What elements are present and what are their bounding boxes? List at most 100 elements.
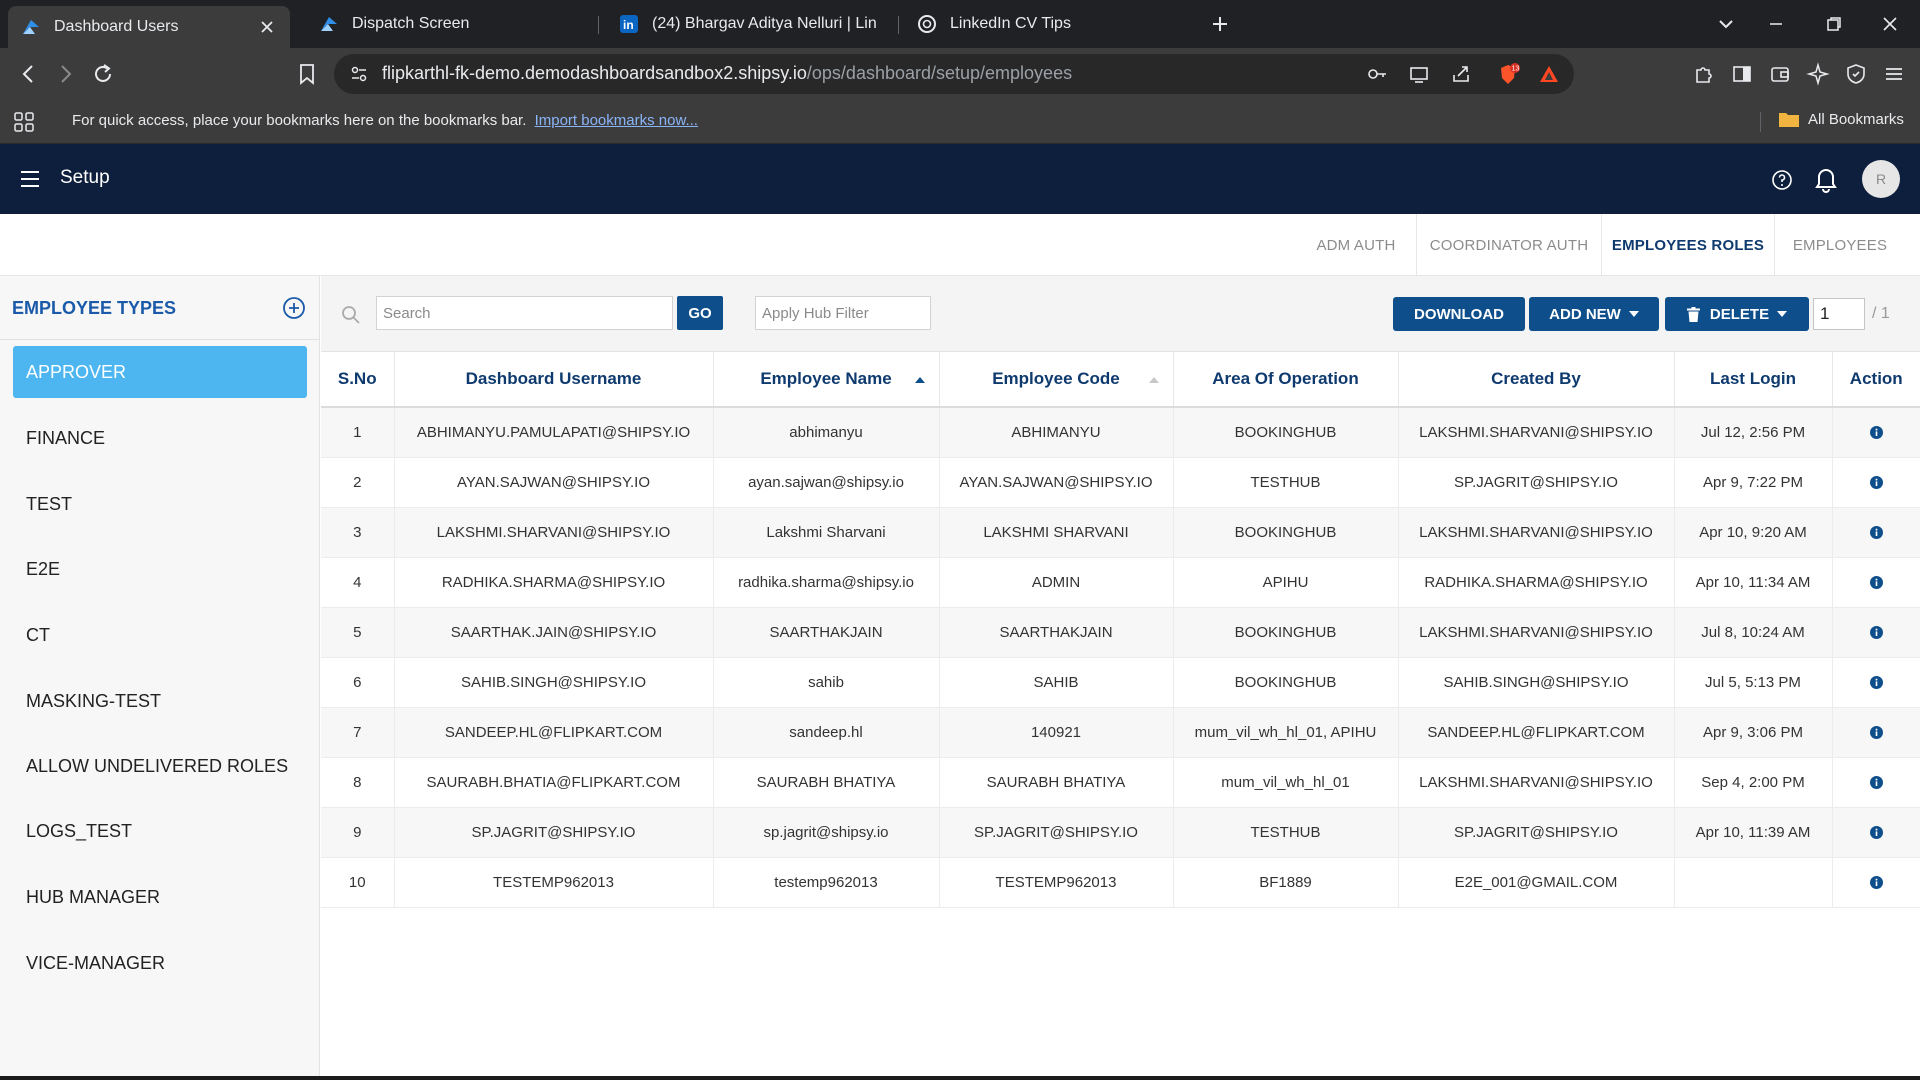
sidebar-toggle-icon[interactable] <box>1730 62 1754 86</box>
tab-adm-auth[interactable]: ADM AUTH <box>1296 214 1416 276</box>
download-button[interactable]: DOWNLOAD <box>1393 297 1525 331</box>
close-window-icon[interactable] <box>1878 12 1902 36</box>
table-row[interactable]: 2 AYAN.SAJWAN@SHIPSY.IO ayan.sajwan@shipsy… <box>321 457 1920 508</box>
table-row[interactable]: 1 ABHIMANYU.PAMULAPATI@SHIPSY.IO abhimanyu… <box>321 407 1920 458</box>
cell-action <box>1832 707 1920 758</box>
address-bar[interactable]: flipkarthl-fk-demo.demodashboardsandbox2… <box>334 54 1574 94</box>
column-header-last-login[interactable]: Last Login <box>1674 352 1833 408</box>
extensions-icon[interactable] <box>1692 62 1716 86</box>
browser-tab-linkedin[interactable]: in (24) Bhargav Aditya Nelluri | LinkedI <box>606 6 888 42</box>
site-info-icon[interactable] <box>348 63 370 85</box>
cell-employee-code: SAARTHAKJAIN <box>939 607 1174 658</box>
sidebar-item-finance[interactable]: FINANCE <box>13 412 307 464</box>
all-bookmarks-button[interactable]: All Bookmarks <box>1778 110 1904 128</box>
bookmark-icon[interactable] <box>294 61 320 87</box>
info-icon[interactable] <box>1869 676 1883 690</box>
table-row[interactable]: 5 SAARTHAK.JAIN@SHIPSY.IO SAARTHAKJAIN SAAR… <box>321 607 1920 658</box>
sidebar-item-vice-manager[interactable]: VICE-MANAGER <box>13 937 307 989</box>
sidebar-item-allow-undelivered-roles[interactable]: ALLOW UNDELIVERED ROLES <box>13 740 307 792</box>
column-header-area-of-operation[interactable]: Area Of Operation <box>1173 352 1399 408</box>
share-icon[interactable] <box>1450 63 1472 85</box>
brave-shields-icon[interactable]: 13 <box>1496 63 1520 85</box>
cell-dashboard-username: SANDEEP.HL@FLIPKART.COM <box>394 707 714 758</box>
leo-ai-icon[interactable] <box>1806 62 1830 86</box>
vpn-shield-icon[interactable] <box>1844 62 1868 86</box>
restore-icon[interactable] <box>1822 12 1846 36</box>
cell-area-of-operation: mum_vil_wh_hl_01 <box>1173 757 1399 808</box>
sidebar-item-test[interactable]: TEST <box>13 478 307 530</box>
info-icon[interactable] <box>1869 826 1883 840</box>
new-tab-icon[interactable] <box>1208 12 1232 36</box>
table-row[interactable]: 8 SAURABH.BHATIA@FLIPKART.COM SAURABH BHAT… <box>321 757 1920 808</box>
table-row[interactable]: 9 SP.JAGRIT@SHIPSY.IO sp.jagrit@shipsy.io S… <box>321 807 1920 858</box>
cast-icon[interactable] <box>1408 63 1430 85</box>
info-icon[interactable] <box>1869 876 1883 890</box>
cell-action <box>1832 557 1920 608</box>
info-icon[interactable] <box>1869 526 1883 540</box>
sidebar-item-hub-manager[interactable]: HUB MANAGER <box>13 871 307 923</box>
sort-icon[interactable] <box>1148 377 1159 383</box>
tab-employees-roles[interactable]: EMPLOYEES ROLES <box>1602 214 1774 276</box>
info-icon[interactable] <box>1869 776 1883 790</box>
column-header-employee-code[interactable]: Employee Code <box>939 352 1174 408</box>
menu-icon[interactable] <box>1882 62 1906 86</box>
column-header-employee-name[interactable]: Employee Name <box>713 352 940 408</box>
sidebar-item-e2e[interactable]: E2E <box>13 543 307 595</box>
tab-employees[interactable]: EMPLOYEES <box>1775 214 1905 276</box>
brave-rewards-icon[interactable] <box>1538 63 1560 85</box>
table-row[interactable]: 6 SAHIB.SINGH@SHIPSY.IO sahib SAHIB BOOKINGH… <box>321 657 1920 708</box>
tab-coordinator-auth[interactable]: COORDINATOR AUTH <box>1417 214 1601 276</box>
sidebar-item-ct[interactable]: CT <box>13 609 307 661</box>
key-icon[interactable] <box>1366 63 1388 85</box>
cell-employee-name: ayan.sajwan@shipsy.io <box>713 457 940 508</box>
back-icon[interactable] <box>16 61 42 87</box>
reload-icon[interactable] <box>90 61 116 87</box>
browser-tab-linkedin-cv-tips[interactable]: LinkedIn CV Tips <box>904 6 1194 42</box>
help-icon[interactable] <box>1770 168 1794 192</box>
add-new-button[interactable]: ADD NEW <box>1529 297 1659 331</box>
browser-tab-dashboard-users[interactable]: Dashboard Users <box>8 6 290 48</box>
column-header-dashboard-username[interactable]: Dashboard Username <box>394 352 714 408</box>
info-icon[interactable] <box>1869 426 1883 440</box>
info-icon[interactable] <box>1869 576 1883 590</box>
add-circle-icon[interactable] <box>282 296 306 320</box>
table-row[interactable]: 3 LAKSHMI.SHARVANI@SHIPSY.IO Lakshmi Sharv… <box>321 507 1920 558</box>
import-bookmarks-link[interactable]: Import bookmarks now... <box>535 112 698 129</box>
info-icon[interactable] <box>1869 476 1883 490</box>
search-input[interactable] <box>376 296 673 330</box>
apps-grid-icon[interactable] <box>12 110 36 134</box>
tab-title: Dashboard Users <box>54 18 179 35</box>
avatar[interactable]: R <box>1862 160 1900 198</box>
table-row[interactable]: 10 TESTEMP962013 testemp962013 TESTEMP96201… <box>321 857 1920 908</box>
hub-filter-input[interactable] <box>755 296 931 330</box>
forward-icon[interactable] <box>52 61 78 87</box>
openai-icon <box>916 13 938 35</box>
delete-button[interactable]: DELETE <box>1665 297 1809 331</box>
wallet-icon[interactable] <box>1768 62 1792 86</box>
cell-last-login: Sep 4, 2:00 PM <box>1674 757 1833 808</box>
sidebar-item-logs-test[interactable]: LOGS_TEST <box>13 805 307 857</box>
table-row[interactable]: 7 SANDEEP.HL@FLIPKART.COM sandeep.hl 140921… <box>321 707 1920 758</box>
browser-tab-dispatch-screen[interactable]: Dispatch Screen <box>306 6 586 42</box>
tab-search-chevron-icon[interactable] <box>1714 12 1738 36</box>
table-row[interactable]: 4 RADHIKA.SHARMA@SHIPSY.IO radhika.sharma@… <box>321 557 1920 608</box>
cell-employee-name: abhimanyu <box>713 407 940 458</box>
page-title: Setup <box>60 167 110 188</box>
cell-action <box>1832 857 1920 908</box>
page-number-input[interactable] <box>1813 298 1865 330</box>
column-header-sno[interactable]: S.No <box>321 352 395 408</box>
go-button[interactable]: GO <box>677 296 723 330</box>
notification-bell-icon[interactable] <box>1813 165 1839 193</box>
sidebar-item-masking-test[interactable]: MASKING-TEST <box>13 675 307 727</box>
minimize-icon[interactable] <box>1764 12 1788 36</box>
close-icon[interactable] <box>258 18 276 36</box>
column-header-created-by[interactable]: Created By <box>1398 352 1675 408</box>
sidebar-item-approver[interactable]: APPROVER <box>13 346 307 398</box>
column-header-label: Employee Name <box>760 369 892 388</box>
trash-icon <box>1686 306 1700 322</box>
sort-ascending-icon[interactable] <box>914 377 925 383</box>
info-icon[interactable] <box>1869 626 1883 640</box>
cell-employee-code: SAHIB <box>939 657 1174 708</box>
info-icon[interactable] <box>1869 726 1883 740</box>
hamburger-menu-icon[interactable] <box>20 169 42 189</box>
